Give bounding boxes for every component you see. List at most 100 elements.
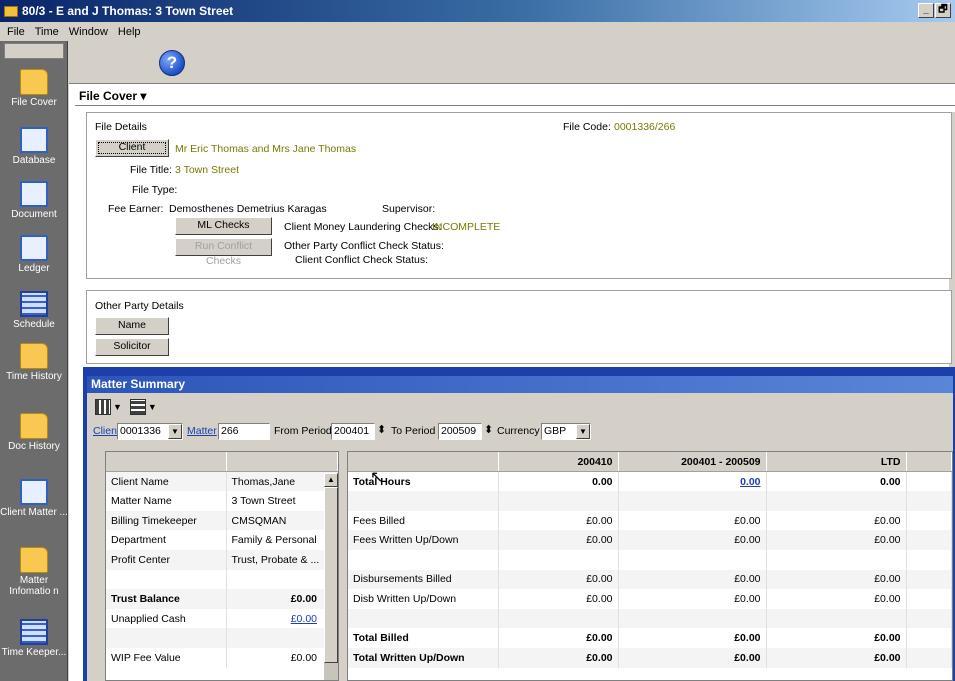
from-period-label: From Period: [274, 425, 332, 437]
table-header-row: 200410 200401 - 200509 LTD: [348, 452, 952, 473]
ledger-icon: [20, 235, 48, 261]
chevron-down-icon[interactable]: ▼: [148, 402, 157, 412]
sidebar-item-doc-history[interactable]: Doc History: [0, 413, 68, 452]
menu-time[interactable]: Time: [30, 26, 64, 38]
currency-label: Currency: [497, 425, 540, 437]
filter-row: Client 0001336 ▼ Matter 266 From Period …: [87, 421, 953, 443]
sidebar-item-label: Schedule: [13, 319, 55, 330]
grid-scrollbar[interactable]: ▲: [324, 473, 338, 680]
table-row[interactable]: [106, 628, 338, 648]
menu-bar: File Time Window Help: [0, 22, 955, 41]
chevron-down-icon[interactable]: ▼: [113, 402, 122, 412]
minimize-button[interactable]: _: [918, 3, 934, 18]
window-title-bar: 80/3 - E and J Thomas: 3 Town Street _ 🗗: [0, 0, 955, 22]
table-row[interactable]: Disbursements Billed £0.00 £0.00 £0.00: [348, 569, 952, 590]
client-matter-icon: [20, 479, 48, 505]
table-row[interactable]: Total Written Up/Down £0.00 £0.00 £0.00: [348, 647, 952, 668]
table-row[interactable]: Billing Timekeeper CMSQMAN: [106, 510, 338, 531]
database-icon: [20, 127, 48, 153]
chevron-down-icon[interactable]: ▼: [168, 424, 182, 439]
ml-checks-label: Client Money Laundering Checks:: [284, 221, 442, 233]
client-select[interactable]: 0001336 ▼: [117, 423, 183, 440]
client-button[interactable]: Client: [95, 139, 169, 157]
sidebar-item-time-history[interactable]: Time History: [0, 343, 68, 382]
to-period-spinner[interactable]: ⬍: [484, 423, 493, 436]
file-title-value: 3 Town Street: [175, 164, 240, 176]
help-icon[interactable]: ?: [159, 50, 185, 76]
file-cover-dropdown[interactable]: File Cover ▾: [75, 87, 955, 106]
sidebar-item-label: Time History: [6, 371, 62, 382]
file-code-label: File Code:: [563, 121, 611, 133]
matter-input[interactable]: 266: [218, 423, 270, 440]
ml-checks-status: INCOMPLETE: [432, 221, 501, 233]
table-row[interactable]: [348, 549, 952, 570]
client-name-value: Mr Eric Thomas and Mrs Jane Thomas: [175, 143, 357, 155]
table-row[interactable]: [106, 569, 338, 590]
client-link[interactable]: Client: [93, 425, 120, 437]
financial-summary-grid: 200410 200401 - 200509 LTD Total Hours 0.…: [347, 451, 953, 681]
table-row[interactable]: Disb Written Up/Down £0.00 £0.00 £0.00: [348, 589, 952, 609]
sidebar-item-time-keeper[interactable]: Time Keeper...: [0, 619, 68, 658]
window-title: 80/3 - E and J Thomas: 3 Town Street: [22, 4, 234, 18]
sidebar-item-label: Database: [12, 155, 56, 166]
table-row[interactable]: Total Hours 0.00 0.00 0.00: [348, 471, 952, 492]
scroll-up-icon[interactable]: ▲: [324, 473, 338, 487]
ml-checks-button[interactable]: ML Checks: [175, 217, 272, 235]
fee-earner-value: Demosthenes Demetrius Karagas: [169, 203, 327, 215]
sidebar-item-document[interactable]: Document: [0, 181, 68, 220]
sidebar-item-file-cover[interactable]: File Cover: [0, 69, 68, 108]
sidebar-item-database[interactable]: Database: [0, 127, 68, 166]
table-header-row: [106, 452, 338, 473]
file-title-label: File Title:: [130, 164, 173, 176]
table-row[interactable]: Unapplied Cash £0.00: [106, 608, 338, 629]
table-row[interactable]: Total Billed £0.00 £0.00 £0.00: [348, 628, 952, 648]
menu-file[interactable]: File: [2, 26, 30, 38]
folder-icon: [4, 5, 18, 17]
from-period-spinner[interactable]: ⬍: [377, 423, 386, 436]
col-header-ltd: LTD: [766, 452, 907, 473]
scroll-thumb[interactable]: [324, 487, 338, 663]
currency-select-value: GBP: [544, 425, 567, 437]
sidebar-item-schedule[interactable]: Schedule: [0, 291, 68, 330]
solicitor-button[interactable]: Solicitor: [95, 338, 169, 356]
name-button[interactable]: Name: [95, 317, 169, 335]
run-conflict-checks-button[interactable]: Run Conflict Checks: [175, 238, 272, 267]
sidebar-item-label: Client Matter ...: [0, 507, 68, 518]
currency-select[interactable]: GBP ▼: [541, 423, 591, 440]
sidebar-item-matter-info[interactable]: Matter Infomatio n: [0, 547, 68, 597]
chevron-down-icon[interactable]: ▼: [576, 424, 590, 439]
matter-link[interactable]: Matter: [187, 425, 217, 437]
table-row[interactable]: Department Family & Personal: [106, 530, 338, 550]
table-row[interactable]: WIP Fee Value £0.00: [106, 647, 338, 668]
matter-summary-title: Matter Summary: [87, 376, 953, 393]
report-icon[interactable]: [95, 399, 111, 415]
table-row[interactable]: Profit Center Trust, Probate & ...: [106, 549, 338, 570]
table-row[interactable]: [348, 491, 952, 511]
sidebar-item-label: Ledger: [18, 263, 50, 274]
file-code-value: 0001336/266: [614, 121, 676, 133]
table-row[interactable]: Client Name Thomas,Jane: [106, 471, 338, 492]
table-row[interactable]: Fees Written Up/Down £0.00 £0.00 £0.00: [348, 530, 952, 550]
other-party-conflict-label: Other Party Conflict Check Status:: [284, 240, 444, 252]
table-row[interactable]: [348, 608, 952, 629]
sidebar-item-ledger[interactable]: Ledger: [0, 235, 68, 274]
other-party-panel: Other Party Details Name Solicitor: [86, 290, 952, 364]
to-period-label: To Period: [391, 425, 436, 437]
client-conflict-label: Client Conflict Check Status:: [295, 254, 429, 266]
restore-button[interactable]: 🗗: [935, 3, 951, 18]
sidebar-header: [4, 43, 64, 59]
columns-icon[interactable]: [129, 399, 146, 415]
schedule-icon: [20, 291, 48, 317]
sidebar-item-client-matter[interactable]: Client Matter ...: [0, 479, 68, 518]
sidebar-item-label: File Cover: [11, 97, 57, 108]
sidebar-item-label: Document: [11, 209, 57, 220]
menu-window[interactable]: Window: [64, 26, 113, 38]
menu-help[interactable]: Help: [113, 26, 146, 38]
table-row[interactable]: Trust Balance £0.00: [106, 589, 338, 609]
other-party-title: Other Party Details: [95, 300, 184, 312]
file-cover-workspace: File Cover ▾ File Details Client Mr Eric…: [69, 84, 955, 681]
table-row[interactable]: Matter Name 3 Town Street: [106, 491, 338, 511]
from-period-input[interactable]: 200401: [331, 423, 375, 440]
to-period-input[interactable]: 200509: [438, 423, 482, 440]
table-row[interactable]: Fees Billed £0.00 £0.00 £0.00: [348, 510, 952, 531]
